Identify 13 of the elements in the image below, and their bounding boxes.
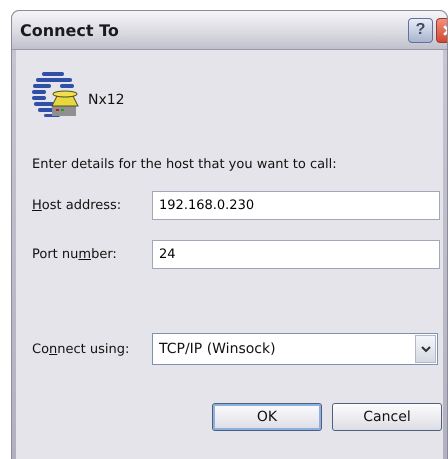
- connect-using-label: Connect using:: [32, 342, 130, 356]
- input-field[interactable]: 24: [152, 240, 440, 269]
- connect-using-dropdown[interactable]: TCP/IP (Winsock): [152, 333, 438, 365]
- field-label: Port number:: [32, 247, 118, 262]
- instruction-text: Enter details for the host that you want to call:: [32, 157, 338, 172]
- connection-name: Nx12: [88, 92, 125, 108]
- window-title: Connect To: [20, 20, 119, 40]
- dialog-button[interactable]: OK: [212, 403, 322, 431]
- dialog-button[interactable]: Cancel: [332, 403, 442, 431]
- input-field[interactable]: 192.168.0.230: [152, 191, 440, 220]
- field-label: Host address:: [32, 198, 122, 213]
- globe-phone-icon: [32, 70, 80, 118]
- help-button[interactable]: ?: [408, 18, 433, 42]
